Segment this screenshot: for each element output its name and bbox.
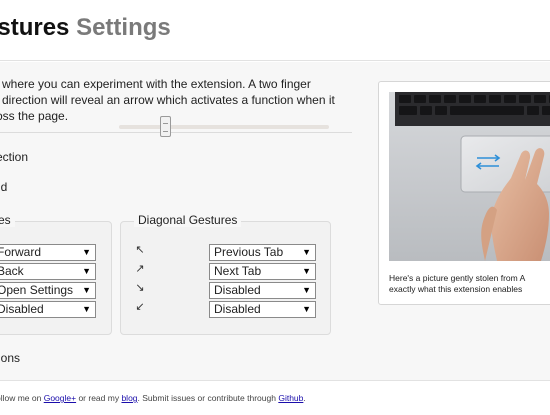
footer-text-part: or read my — [76, 393, 122, 403]
caption-line: Here's a picture gently stolen from A — [389, 273, 526, 283]
arrow-down-right-icon: ↘ — [135, 282, 145, 294]
diagonal-select-value: Next Tab — [214, 264, 262, 278]
card-caption: Here's a picture gently stolen from A ex… — [389, 273, 550, 295]
chevron-down-icon: ▼ — [302, 285, 311, 295]
intro-line: ce where you can experiment with the ext… — [0, 77, 311, 91]
gesture-select-value: Disabled — [0, 302, 44, 316]
illustration-card: Here's a picture gently stolen from A ex… — [378, 81, 550, 305]
gesture-select-up[interactable]: Open Settings ▼ — [0, 282, 96, 299]
gesture-select-left[interactable]: Back ▼ — [0, 263, 96, 280]
footer-text-part: . Submit issues or contribute through — [137, 393, 279, 403]
threshold-label: ld — [0, 180, 8, 194]
footer-text-part: . — [303, 393, 306, 403]
diagonal-select-down-left[interactable]: Disabled ▼ — [209, 301, 316, 318]
diagonal-select-value: Previous Tab — [214, 245, 284, 259]
chevron-down-icon: ▼ — [82, 247, 91, 257]
gesture-select-value: Open Settings — [0, 283, 74, 297]
diagonal-select-value: Disabled — [214, 302, 261, 316]
blog-link[interactable]: blog — [121, 393, 137, 403]
threshold-slider-track[interactable] — [119, 125, 329, 129]
footer-text-part: ollow me on — [0, 393, 44, 403]
intro-text: ce where you can experiment with the ext… — [0, 76, 358, 124]
arrow-down-left-icon: ↙ — [135, 301, 145, 313]
diagonal-gestures-legend: Diagonal Gestures — [134, 213, 242, 227]
diagonal-select-up-right[interactable]: Next Tab ▼ — [209, 263, 316, 280]
github-link[interactable]: Github — [278, 393, 303, 403]
gesture-select-down[interactable]: Disabled ▼ — [0, 301, 96, 318]
diagonal-select-down-right[interactable]: Disabled ▼ — [209, 282, 316, 299]
page-title-settings: Settings — [76, 14, 171, 41]
chevron-down-icon: ▼ — [82, 285, 91, 295]
gesture-select-value: Forward — [0, 245, 42, 259]
direction-heading: ection — [0, 150, 29, 164]
intro-line: cross the page. — [0, 109, 69, 123]
chevron-down-icon: ▼ — [82, 266, 91, 276]
arrow-up-right-icon: ↗ — [135, 263, 145, 275]
chevron-down-icon: ▼ — [302, 247, 311, 257]
divider — [0, 132, 352, 133]
options-heading: ions — [0, 351, 21, 365]
threshold-slider-thumb[interactable] — [160, 116, 171, 137]
gestures-legend: es — [0, 213, 15, 227]
intro-line: ny direction will reveal an arrow which … — [0, 93, 335, 107]
google-plus-link[interactable]: Google+ — [44, 393, 76, 403]
arrow-up-left-icon: ↖ — [135, 244, 145, 256]
page-header: estures Settings — [0, 0, 550, 61]
trackpad-photo — [389, 92, 550, 261]
gesture-select-value: Back — [0, 264, 24, 278]
footer-text: ollow me on Google+ or read my blog. Sub… — [0, 393, 306, 403]
diagonal-select-value: Disabled — [214, 283, 261, 297]
page-title-main: estures — [0, 14, 70, 41]
chevron-down-icon: ▼ — [82, 304, 91, 314]
page-footer: ollow me on Google+ or read my blog. Sub… — [0, 380, 550, 415]
chevron-down-icon: ▼ — [302, 266, 311, 276]
caption-line: exactly what this extension enables — [389, 284, 523, 294]
chevron-down-icon: ▼ — [302, 304, 311, 314]
diagonal-select-up-left[interactable]: Previous Tab ▼ — [209, 244, 316, 261]
page-title: estures Settings — [0, 14, 171, 42]
gesture-select-right[interactable]: Forward ▼ — [0, 244, 96, 261]
